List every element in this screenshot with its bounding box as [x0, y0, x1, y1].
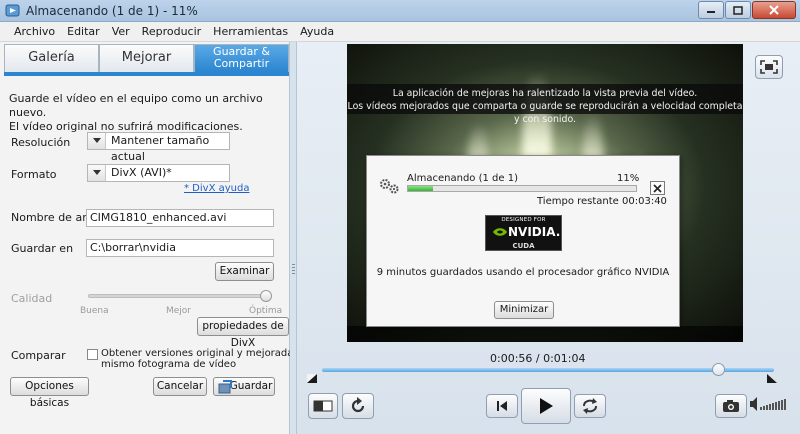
nvidia-cuda-badge: DESIGNED FOR NVIDIA. CUDA — [485, 215, 562, 251]
menu-ayuda[interactable]: Ayuda — [294, 22, 340, 41]
dropdown-button[interactable] — [88, 133, 106, 149]
description-line: Guarde el vídeo en el equipo como un arc… — [9, 92, 263, 119]
menu-ver[interactable]: Ver — [106, 22, 136, 41]
loop-button[interactable] — [574, 394, 606, 418]
title-bar: Almacenando (1 de 1) - 11% — [0, 0, 800, 22]
maximize-window-button[interactable] — [725, 1, 751, 19]
close-icon — [653, 183, 662, 193]
trim-start-marker[interactable] — [307, 374, 317, 383]
save-share-panel: Galería Mejorar Guardar & Compartir Guar… — [0, 42, 290, 434]
tab-mejorar[interactable]: Mejorar — [99, 44, 194, 72]
fullscreen-icon — [760, 60, 778, 74]
tab-galeria[interactable]: Galería — [4, 44, 99, 72]
browse-button[interactable]: Examinar — [215, 262, 274, 281]
quality-mark-better: Mejor — [166, 306, 192, 316]
quality-mark-best: Óptima — [249, 306, 283, 316]
close-icon — [769, 5, 779, 15]
notice-line: La aplicación de mejoras ha ralentizado … — [392, 88, 698, 99]
badge-cuda-text: CUDA — [512, 242, 535, 250]
tab-label-line2: Compartir — [213, 57, 270, 70]
volume-icon[interactable] — [750, 396, 790, 412]
video-info-strip — [347, 326, 743, 342]
save-in-input[interactable]: C:\borrar\nvidia — [86, 239, 274, 257]
tab-underline — [4, 72, 289, 76]
skip-back-icon — [497, 401, 507, 411]
save-button[interactable]: Guardar — [213, 377, 275, 396]
app-icon — [5, 4, 20, 17]
play-button[interactable] — [521, 388, 571, 424]
timecode: 0:00:56 / 0:01:04 — [490, 352, 586, 365]
format-value: DivX (AVI)* — [111, 166, 172, 179]
save-icon — [218, 380, 232, 394]
slowdown-notice: La aplicación de mejoras ha ralentizado … — [347, 84, 743, 125]
splitter-grip[interactable] — [292, 264, 295, 276]
save-button-label: Guardar — [229, 380, 273, 392]
resolution-dropdown[interactable]: Mantener tamaño actual — [87, 132, 230, 163]
cancel-button[interactable]: Cancelar — [153, 377, 207, 396]
progress-percent: 11% — [617, 173, 640, 184]
resolution-label: Resolución — [11, 136, 71, 149]
badge-top-text: DESIGNED FOR — [501, 217, 546, 223]
trim-end-marker[interactable] — [767, 374, 777, 383]
split-view-button[interactable] — [308, 393, 338, 419]
dialog-close-button[interactable] — [650, 181, 665, 195]
progress-bar — [407, 185, 637, 192]
menu-bar: Archivo Editar Ver Reproducir Herramient… — [0, 22, 800, 42]
badge-brand-text: NVIDIA. — [508, 225, 561, 239]
compare-text-line: mismo fotograma de vídeo — [101, 359, 237, 370]
tab-guardar-compartir[interactable]: Guardar & Compartir — [194, 44, 289, 72]
divx-help-link[interactable]: * DivX ayuda — [184, 183, 249, 194]
window-title: Almacenando (1 de 1) - 11% — [26, 4, 198, 18]
loop-icon — [583, 398, 597, 414]
menu-editar[interactable]: Editar — [61, 22, 106, 41]
compare-text-line: Obtener versiones original y mejorada en… — [101, 348, 322, 359]
format-dropdown[interactable]: DivX (AVI)* — [87, 164, 230, 182]
compare-checkbox[interactable] — [87, 349, 98, 360]
filename-input[interactable]: CIMG1810_enhanced.avi — [86, 209, 274, 227]
menu-reproducir[interactable]: Reproducir — [136, 22, 208, 41]
panel-splitter[interactable] — [290, 42, 297, 434]
minimize-dialog-button[interactable]: Minimizar — [494, 301, 554, 319]
notice-line: Los vídeos mejorados que comparta o guar… — [347, 101, 743, 125]
panel-description: Guarde el vídeo en el equipo como un arc… — [9, 92, 285, 134]
close-window-button[interactable] — [752, 1, 796, 19]
rotate-button[interactable] — [342, 393, 374, 419]
compare-checkbox-label: Obtener versiones original y mejorada en… — [101, 348, 321, 370]
chevron-down-icon — [92, 138, 101, 143]
previous-frame-button[interactable] — [486, 394, 518, 418]
nvidia-eye-icon — [493, 228, 507, 236]
seek-thumb[interactable] — [711, 363, 725, 376]
rotate-icon — [351, 397, 365, 413]
menu-archivo[interactable]: Archivo — [8, 22, 61, 41]
quality-label: Calidad — [11, 292, 53, 305]
quality-mark-good: Buena — [80, 306, 109, 316]
minimize-icon — [707, 11, 715, 13]
camera-icon — [723, 400, 739, 412]
saving-progress-dialog: Almacenando (1 de 1) 11% Tiempo restante… — [366, 155, 680, 327]
dropdown-button[interactable] — [88, 165, 106, 181]
tab-bar: Galería Mejorar Guardar & Compartir — [4, 44, 289, 72]
save-in-label: Guardar en — [11, 242, 74, 255]
maximize-icon — [733, 5, 743, 15]
chevron-down-icon — [92, 170, 101, 175]
gpu-time-saved-message: 9 minutos guardados usando el procesador… — [376, 267, 670, 278]
minimize-window-button[interactable] — [698, 1, 724, 19]
split-view-icon — [313, 400, 333, 412]
time-remaining: Tiempo restante 00:03:40 — [537, 196, 667, 207]
progress-fill — [408, 186, 434, 191]
format-label: Formato — [11, 168, 57, 181]
snapshot-button[interactable] — [715, 394, 747, 418]
menu-herramientas[interactable]: Herramientas — [207, 22, 294, 41]
resolution-value: Mantener tamaño actual — [111, 134, 210, 163]
basic-options-button[interactable]: Opciones básicas — [10, 377, 89, 409]
quality-slider-thumb[interactable] — [260, 290, 272, 302]
quality-slider-track[interactable] — [88, 294, 266, 298]
play-icon — [540, 398, 553, 414]
seek-bar[interactable] — [322, 368, 774, 372]
fullscreen-button[interactable] — [755, 55, 783, 79]
gears-icon — [380, 179, 399, 194]
compare-label: Comparar — [11, 349, 66, 362]
progress-title: Almacenando (1 de 1) — [407, 173, 518, 184]
divx-properties-button[interactable]: propiedades de DivX — [197, 317, 289, 349]
